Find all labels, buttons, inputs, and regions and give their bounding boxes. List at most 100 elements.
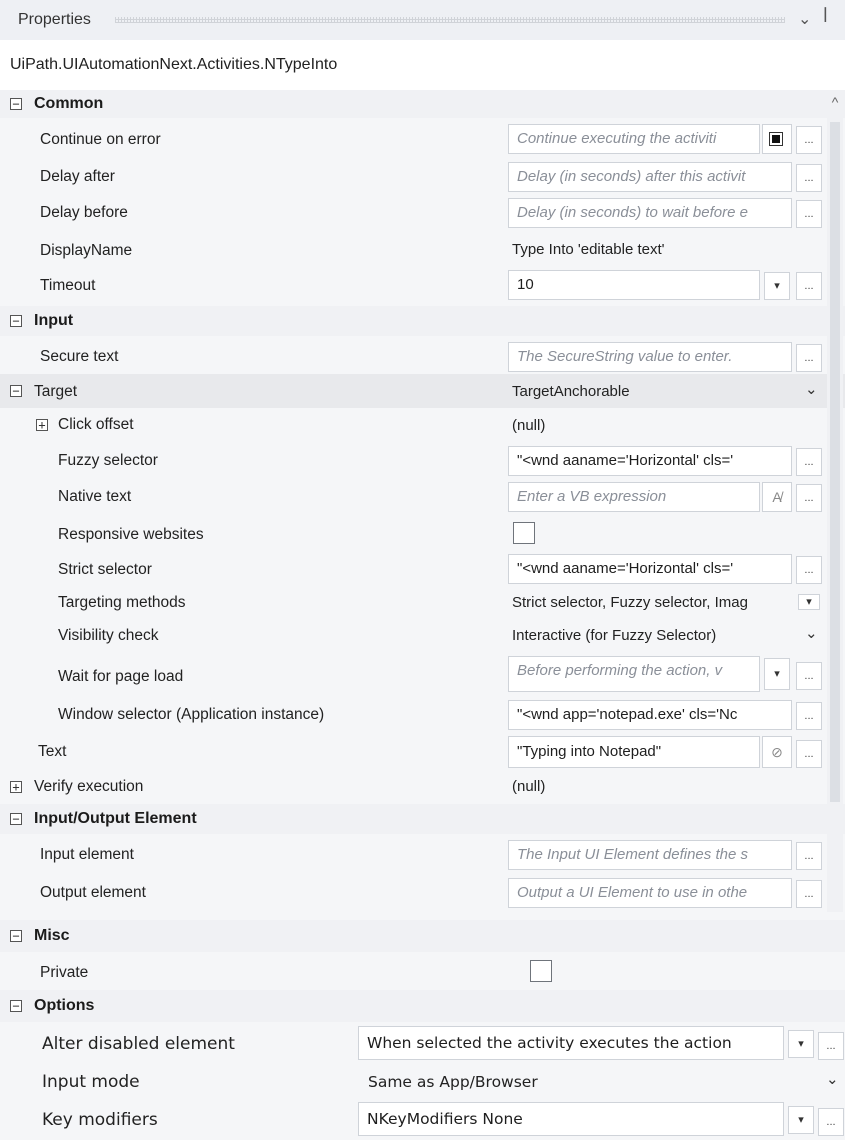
text-field[interactable]: "Typing into Notepad" [508, 736, 760, 768]
prop-key-modifiers[interactable]: Key modifiers NKeyModifiers None ▾ ... [0, 1100, 845, 1138]
chevron-down-icon[interactable]: ⌄ [798, 9, 811, 29]
secure-text-field[interactable]: The SecureString value to enter. [508, 342, 792, 372]
prop-displayname[interactable]: DisplayName Type Into 'editable text' [0, 232, 845, 266]
input-mode-value[interactable]: Same as App/Browser [368, 1073, 538, 1091]
collapse-icon[interactable]: − [10, 98, 22, 110]
native-text-field[interactable]: Enter a VB expression [508, 482, 760, 512]
dropdown-arrow-icon[interactable]: ▾ [764, 272, 790, 300]
targeting-methods-value[interactable]: Strict selector, Fuzzy selector, Imag [512, 594, 796, 611]
collapse-icon[interactable]: − [10, 930, 22, 942]
chevron-down-icon[interactable]: ⌄ [805, 624, 818, 642]
prop-click-offset[interactable]: + Click offset (null) [0, 408, 845, 442]
dropdown-arrow-icon[interactable]: ▾ [798, 594, 820, 610]
prop-verify-execution[interactable]: + Verify execution (null) [0, 772, 845, 804]
dropdown-arrow-icon[interactable]: ▾ [788, 1106, 814, 1134]
fuzzy-selector-field[interactable]: "<wnd aaname='Horizontal' cls=' [508, 446, 792, 476]
ellipsis-button[interactable]: ... [796, 484, 822, 512]
strict-selector-field[interactable]: "<wnd aaname='Horizontal' cls=' [508, 554, 792, 584]
visibility-check-value[interactable]: Interactive (for Fuzzy Selector) [512, 627, 716, 644]
ellipsis-button[interactable]: ... [796, 740, 822, 768]
dropdown-arrow-icon[interactable]: ▾ [764, 658, 790, 690]
window-selector-field[interactable]: "<wnd app='notepad.exe' cls='Nc [508, 700, 792, 730]
target-value[interactable]: TargetAnchorable [512, 383, 630, 400]
ellipsis-button[interactable]: ... [796, 842, 822, 870]
ellipsis-button[interactable]: ... [796, 344, 822, 372]
prop-target[interactable]: − Target TargetAnchorable ⌄ [0, 374, 845, 408]
prop-text[interactable]: Text "Typing into Notepad" ⊘ ... [0, 732, 845, 770]
continue-on-error-toggle[interactable] [762, 124, 792, 154]
collapse-icon[interactable]: − [10, 813, 22, 825]
prop-window-selector[interactable]: Window selector (Application instance) "… [0, 696, 845, 732]
collapse-icon[interactable]: − [10, 1000, 22, 1012]
ellipsis-button[interactable]: ... [796, 556, 822, 584]
key-modifiers-field[interactable]: NKeyModifiers None [358, 1102, 784, 1136]
expand-icon[interactable]: + [36, 419, 48, 431]
collapse-icon[interactable]: − [10, 315, 22, 327]
prop-secure-text[interactable]: Secure text The SecureString value to en… [0, 338, 845, 374]
ellipsis-button[interactable]: ... [818, 1108, 844, 1136]
chevron-down-icon[interactable]: ⌄ [826, 1070, 839, 1088]
category-label: Input/Output Element [34, 810, 197, 827]
ellipsis-button[interactable]: ... [796, 126, 822, 154]
prop-label: Target [34, 383, 78, 400]
prop-strict-selector[interactable]: Strict selector "<wnd aaname='Horizontal… [0, 550, 845, 586]
prop-continue-on-error[interactable]: Continue on error Continue executing the… [0, 120, 845, 156]
vertical-scrollbar[interactable]: ^ [827, 92, 843, 912]
category-misc[interactable]: − Misc [0, 920, 845, 952]
delay-after-field[interactable]: Delay (in seconds) after this activit [508, 162, 792, 192]
timeout-field[interactable]: 10 [508, 270, 760, 300]
prop-targeting-methods[interactable]: Targeting methods Strict selector, Fuzzy… [0, 588, 845, 620]
ellipsis-button[interactable]: ... [796, 662, 822, 690]
private-checkbox[interactable] [530, 960, 552, 982]
title-grip[interactable] [115, 17, 785, 23]
alter-disabled-field[interactable]: When selected the activity executes the … [358, 1026, 784, 1060]
ellipsis-button[interactable]: ... [796, 448, 822, 476]
collapse-icon[interactable]: − [10, 385, 22, 397]
category-input-output-element[interactable]: − Input/Output Element [0, 804, 845, 834]
prop-label: Timeout [40, 277, 96, 294]
prop-wait-for-page-load[interactable]: Wait for page load Before performing the… [0, 654, 845, 694]
output-element-field[interactable]: Output a UI Element to use in othe [508, 878, 792, 908]
prop-private[interactable]: Private [0, 954, 845, 988]
prop-label: Strict selector [58, 561, 152, 578]
prop-alter-disabled-element[interactable]: Alter disabled element When selected the… [0, 1024, 845, 1062]
scroll-thumb[interactable] [830, 122, 840, 802]
prop-input-element[interactable]: Input element The Input UI Element defin… [0, 836, 845, 872]
expand-icon[interactable]: + [10, 781, 22, 793]
dropdown-arrow-icon[interactable]: ▾ [788, 1030, 814, 1058]
responsive-websites-checkbox[interactable] [513, 522, 535, 544]
prop-visibility-check[interactable]: Visibility check Interactive (for Fuzzy … [0, 620, 845, 654]
category-label: Input [34, 312, 74, 329]
category-options[interactable]: − Options [0, 990, 845, 1022]
ellipsis-button[interactable]: ... [796, 880, 822, 908]
click-offset-value[interactable]: (null) [512, 417, 545, 434]
wait-for-page-load-field[interactable]: Before performing the action, v [508, 656, 760, 692]
verify-execution-value[interactable]: (null) [512, 778, 545, 795]
prop-output-element[interactable]: Output element Output a UI Element to us… [0, 874, 845, 910]
input-element-field[interactable]: The Input UI Element defines the s [508, 840, 792, 870]
prop-responsive-websites[interactable]: Responsive websites [0, 516, 845, 550]
category-common[interactable]: − Common [0, 90, 845, 118]
prop-native-text[interactable]: Native text Enter a VB expression A̸ ... [0, 478, 845, 514]
displayname-value[interactable]: Type Into 'editable text' [512, 241, 665, 258]
chevron-down-icon[interactable]: ⌄ [805, 380, 818, 398]
text-case-icon[interactable]: A̸ [762, 482, 792, 512]
ellipsis-button[interactable]: ... [796, 702, 822, 730]
continue-on-error-field[interactable]: Continue executing the activiti [508, 124, 760, 154]
property-grid: − Common Continue on error Continue exec… [0, 90, 845, 1140]
prop-fuzzy-selector[interactable]: Fuzzy selector "<wnd aaname='Horizontal'… [0, 442, 845, 478]
scroll-up-icon[interactable]: ^ [827, 94, 843, 110]
delay-before-field[interactable]: Delay (in seconds) to wait before e [508, 198, 792, 228]
prop-delay-before[interactable]: Delay before Delay (in seconds) to wait … [0, 194, 845, 230]
prop-label: Responsive websites [58, 526, 204, 543]
prop-timeout[interactable]: Timeout 10 ▾ ... [0, 266, 845, 302]
prop-input-mode[interactable]: Input mode Same as App/Browser ⌄ [0, 1064, 845, 1098]
eye-slash-icon[interactable]: ⊘ [762, 736, 792, 768]
category-input[interactable]: − Input [0, 306, 845, 336]
ellipsis-button[interactable]: ... [796, 272, 822, 300]
ellipsis-button[interactable]: ... [818, 1032, 844, 1060]
pin-icon[interactable]: ꟾ [823, 7, 828, 27]
ellipsis-button[interactable]: ... [796, 200, 822, 228]
prop-delay-after[interactable]: Delay after Delay (in seconds) after thi… [0, 158, 845, 194]
ellipsis-button[interactable]: ... [796, 164, 822, 192]
